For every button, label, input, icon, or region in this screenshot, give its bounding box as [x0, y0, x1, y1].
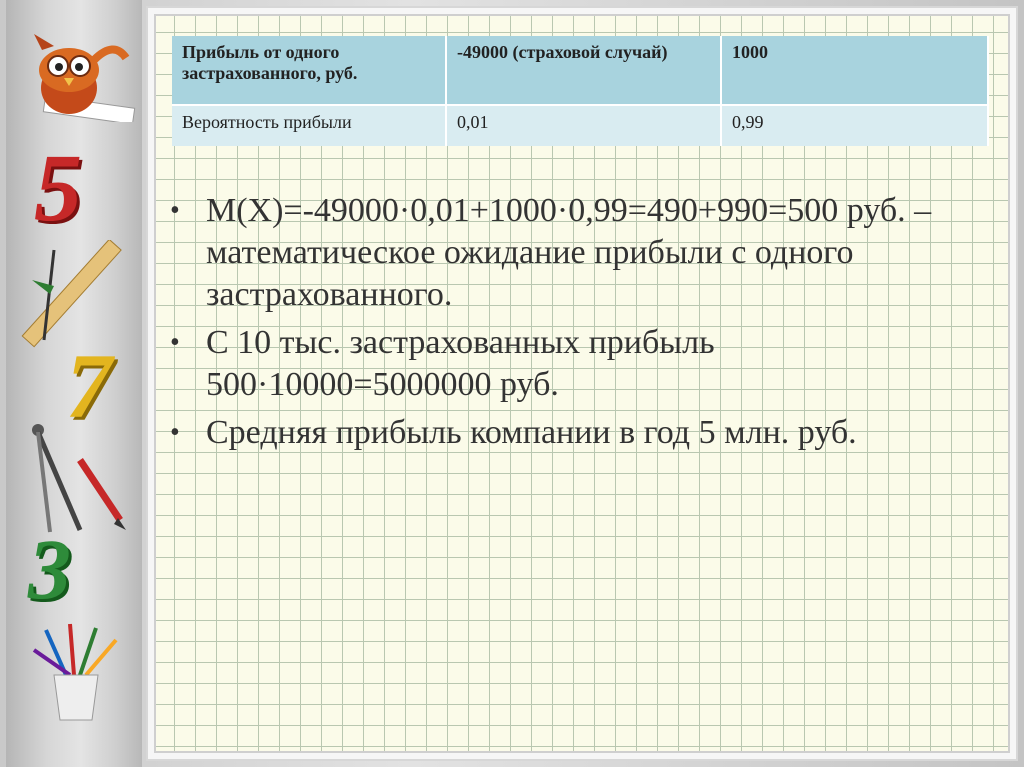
list-item: • С 10 тыс. застрахованных прибыль 500·10… [168, 322, 968, 406]
bullet-text: Средняя прибыль компании в год 5 млн. ру… [206, 414, 857, 451]
probability-table: Прибыль от одного застрахованного, руб. … [172, 36, 989, 146]
list-item: • Средняя прибыль компании в год 5 млн. р… [168, 412, 968, 454]
bullet-text: С 10 тыс. застрахованных прибыль 500·100… [206, 324, 715, 403]
bullet-text: M(X)=-49000·0,01+1000·0,99=490+990=500 р… [206, 192, 932, 313]
digit-five: 5 [34, 134, 82, 241]
pencil-cup-icon [32, 623, 118, 721]
table-cell: 1000 [721, 36, 989, 105]
table-row: Вероятность прибыли 0,01 0,99 [172, 104, 989, 146]
bullet-dot: • [170, 327, 180, 358]
table-cell: 0,01 [446, 104, 722, 146]
table-cell: 0,99 [721, 104, 989, 146]
table-header-row: Прибыль от одного застрахованного, руб. … [172, 36, 989, 105]
owl-icon [34, 34, 136, 122]
table-cell: Вероятность прибыли [172, 104, 447, 146]
bullet-dot: • [170, 195, 180, 226]
table-cell: Прибыль от одного застрахованного, руб. [172, 36, 447, 105]
table-cell: -49000 (страховой случай) [446, 36, 722, 105]
ruler-icon [21, 240, 122, 348]
digit-seven: 7 [66, 335, 112, 437]
bullet-dot: • [170, 417, 180, 448]
bullet-list: • M(X)=-49000·0,01+1000·0,99=490+990=500 … [168, 190, 968, 460]
list-item: • M(X)=-49000·0,01+1000·0,99=490+990=500 … [168, 190, 968, 316]
digit-three: 3 [28, 521, 71, 617]
